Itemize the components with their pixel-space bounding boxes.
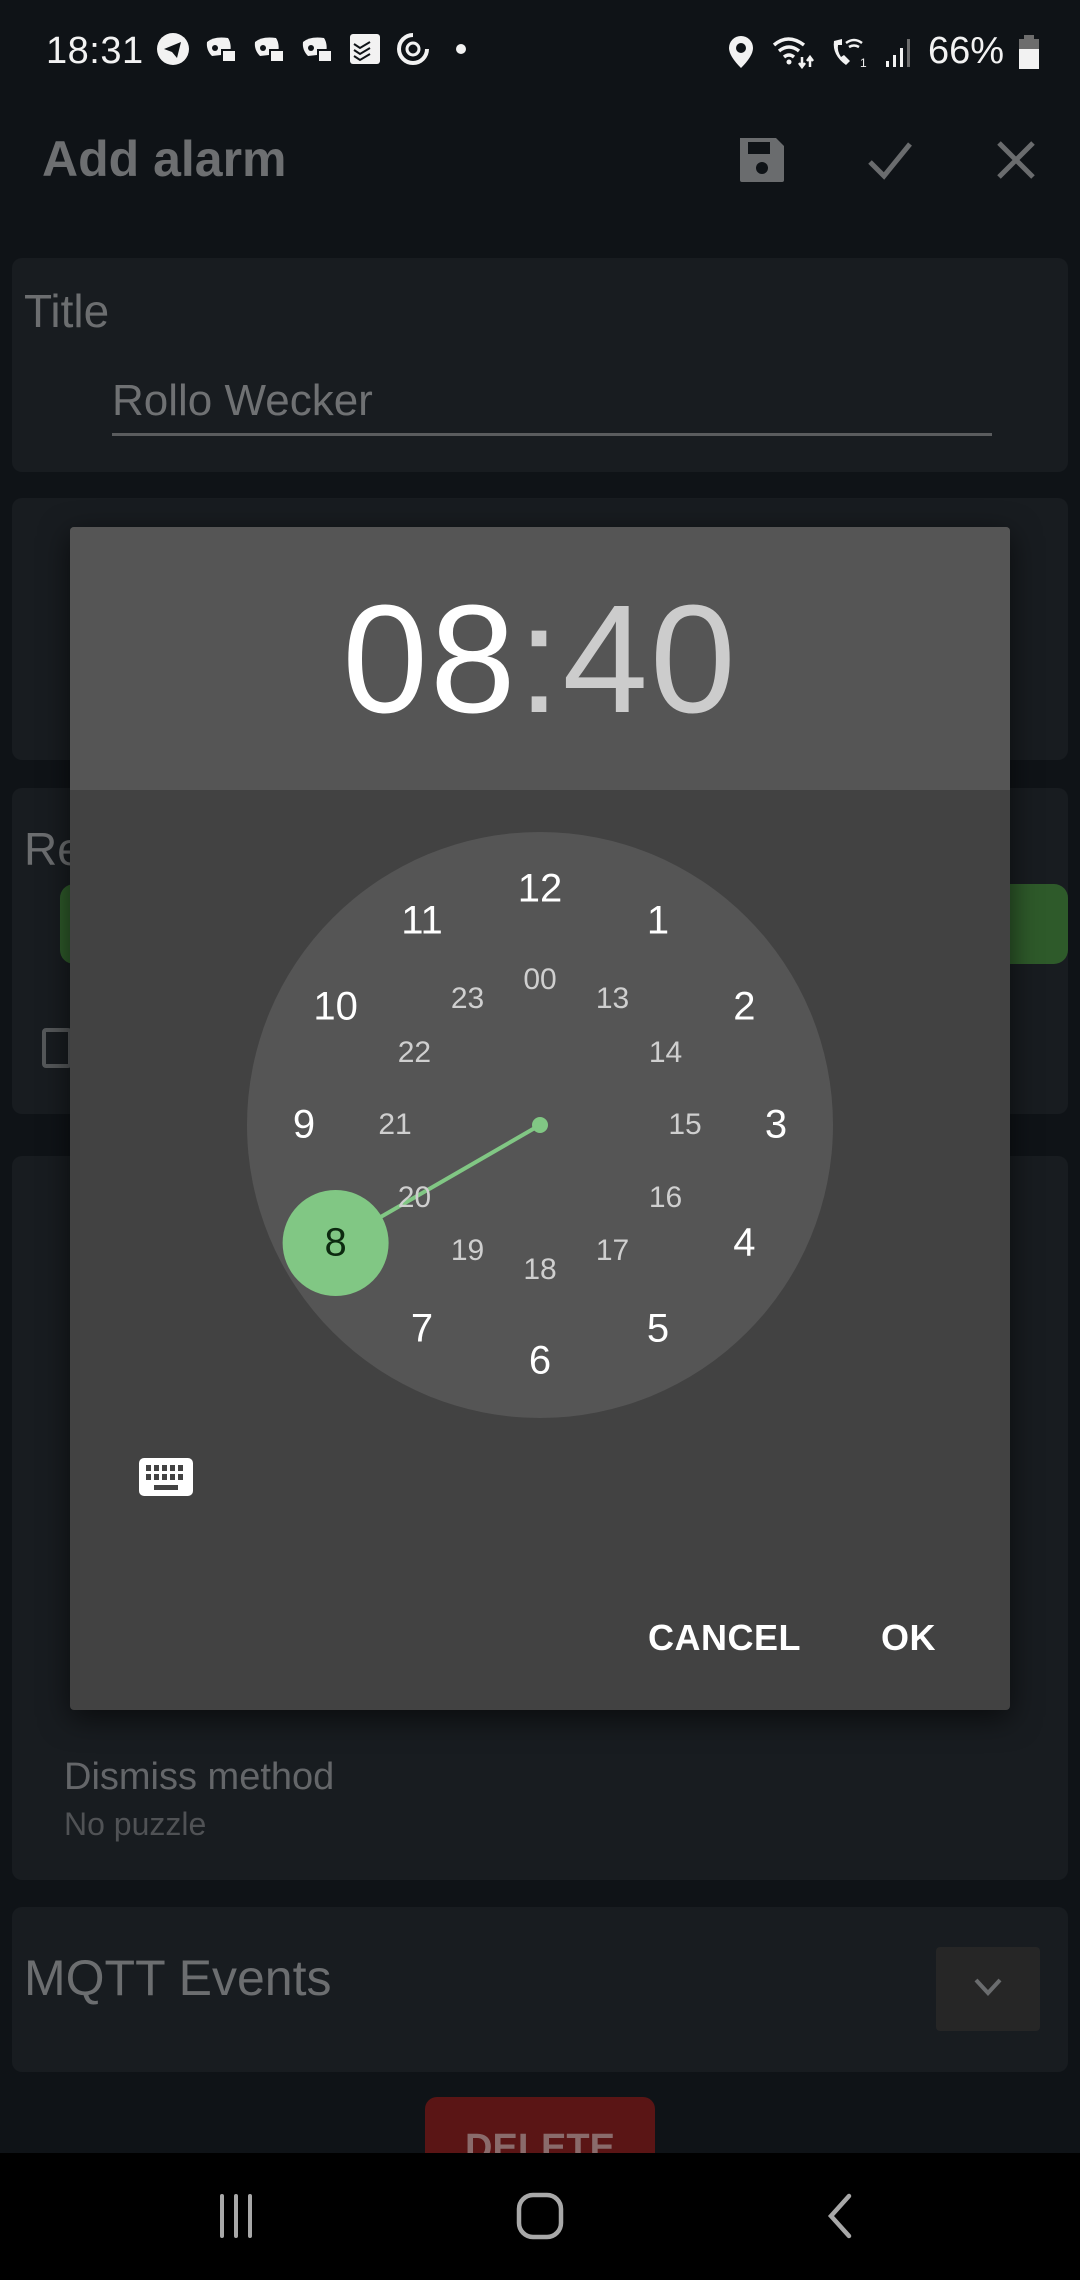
svg-text:1: 1	[860, 56, 867, 69]
time-picker-header: 08:40	[70, 527, 1010, 790]
clock-number-8[interactable]: 8	[324, 1221, 346, 1266]
clock-number-16[interactable]: 16	[649, 1181, 682, 1215]
system-icons: 1 66%	[724, 30, 1040, 73]
save-button[interactable]	[730, 130, 794, 194]
title-card: Title Rollo Wecker	[12, 258, 1068, 472]
close-button[interactable]	[984, 130, 1048, 194]
home-button[interactable]	[500, 2183, 580, 2253]
confirm-button[interactable]	[858, 130, 922, 194]
clock-number-19[interactable]: 19	[451, 1234, 484, 1268]
wifi-icon	[772, 35, 816, 69]
clock-number-14[interactable]: 14	[649, 1036, 682, 1070]
navigation-bar	[0, 2153, 1080, 2280]
clock-number-5[interactable]: 5	[647, 1307, 669, 1352]
dismiss-method-value[interactable]: No puzzle	[64, 1806, 206, 1843]
screen: 18:31 1 66% Add alarm Title Rollo Wecker…	[0, 0, 1080, 2280]
page-title: Add alarm	[42, 131, 287, 187]
battery-icon	[1018, 34, 1040, 69]
clock-number-21[interactable]: 21	[378, 1108, 411, 1142]
save-icon	[736, 134, 788, 191]
ok-button[interactable]: OK	[861, 1607, 956, 1669]
discord-icon	[204, 32, 238, 66]
dismiss-method-label: Dismiss method	[64, 1756, 335, 1798]
keyboard-toggle-button[interactable]	[138, 1457, 194, 1497]
app-bar: Add alarm	[0, 100, 1080, 250]
title-label: Title	[24, 285, 110, 337]
clock-number-00[interactable]: 00	[523, 963, 556, 997]
clock-number-18[interactable]: 18	[523, 1253, 556, 1287]
recents-button[interactable]	[196, 2183, 276, 2253]
mqtt-expand-button[interactable]	[936, 1947, 1040, 2031]
clock-number-13[interactable]: 13	[596, 982, 629, 1016]
minutes-display[interactable]: 40	[562, 573, 737, 745]
todoist-icon	[348, 32, 382, 66]
battery-percent: 66%	[927, 30, 1004, 72]
title-input[interactable]: Rollo Wecker	[112, 376, 992, 436]
clock-dial[interactable]: 12 1 2 3 4 5 6 7 8 9 10 11 00 13 14 15 16 17 18 19 20 21 22 23	[70, 790, 1010, 1490]
back-button[interactable]	[800, 2183, 880, 2253]
clock-number-2[interactable]: 2	[733, 985, 755, 1030]
wifi-calling-icon: 1	[830, 35, 870, 69]
status-bar: 18:31 1 66%	[0, 0, 1080, 100]
discord-icon	[252, 32, 286, 66]
clock-center-dot	[532, 1117, 548, 1133]
chevron-down-icon	[973, 1977, 1003, 2002]
clock-number-17[interactable]: 17	[596, 1234, 629, 1268]
close-icon	[993, 137, 1039, 188]
telegram-icon	[156, 32, 190, 66]
clock-number-4[interactable]: 4	[733, 1221, 755, 1266]
clock-number-10[interactable]: 10	[313, 985, 358, 1030]
time-picker-dialog: 08:40 12 1 2 3 4 5 6 7 8 9 10 11 00 13 14 15 16 17 18 19 20 2…	[70, 527, 1010, 1710]
clock-number-6[interactable]: 6	[529, 1339, 551, 1384]
clock-number-12[interactable]: 12	[518, 867, 563, 912]
notification-icons	[156, 32, 478, 66]
check-icon	[864, 134, 916, 191]
clock-number-7[interactable]: 7	[411, 1307, 433, 1352]
time-separator: :	[517, 573, 563, 745]
recents-icon	[214, 2193, 258, 2244]
signal-icon	[884, 35, 914, 69]
mqtt-label: MQTT Events	[24, 1950, 332, 2006]
location-icon	[724, 35, 758, 69]
clock-number-11[interactable]: 11	[401, 898, 443, 943]
clock-number-15[interactable]: 15	[668, 1108, 701, 1142]
discord-icon	[300, 32, 334, 66]
clock-number-23[interactable]: 23	[451, 982, 484, 1016]
repeat-checkbox[interactable]	[42, 1028, 72, 1068]
mqtt-card: MQTT Events	[12, 1907, 1068, 2072]
home-icon	[516, 2192, 564, 2245]
clock-number-22[interactable]: 22	[398, 1036, 431, 1070]
dialog-actions: CANCEL OK	[628, 1607, 956, 1669]
keyboard-icon	[138, 1458, 194, 1501]
clock-number-3[interactable]: 3	[765, 1103, 787, 1148]
back-icon	[825, 2193, 855, 2244]
clock-number-1[interactable]: 1	[647, 898, 669, 943]
status-time: 18:31	[46, 30, 144, 72]
clock-number-9[interactable]: 9	[293, 1103, 315, 1148]
cancel-button[interactable]: CANCEL	[628, 1607, 821, 1669]
hours-display[interactable]: 08	[342, 573, 517, 745]
clock-number-20[interactable]: 20	[398, 1181, 431, 1215]
time-display: 08:40	[70, 573, 1010, 745]
sync-icon	[396, 32, 430, 66]
more-dot-icon	[444, 32, 478, 66]
